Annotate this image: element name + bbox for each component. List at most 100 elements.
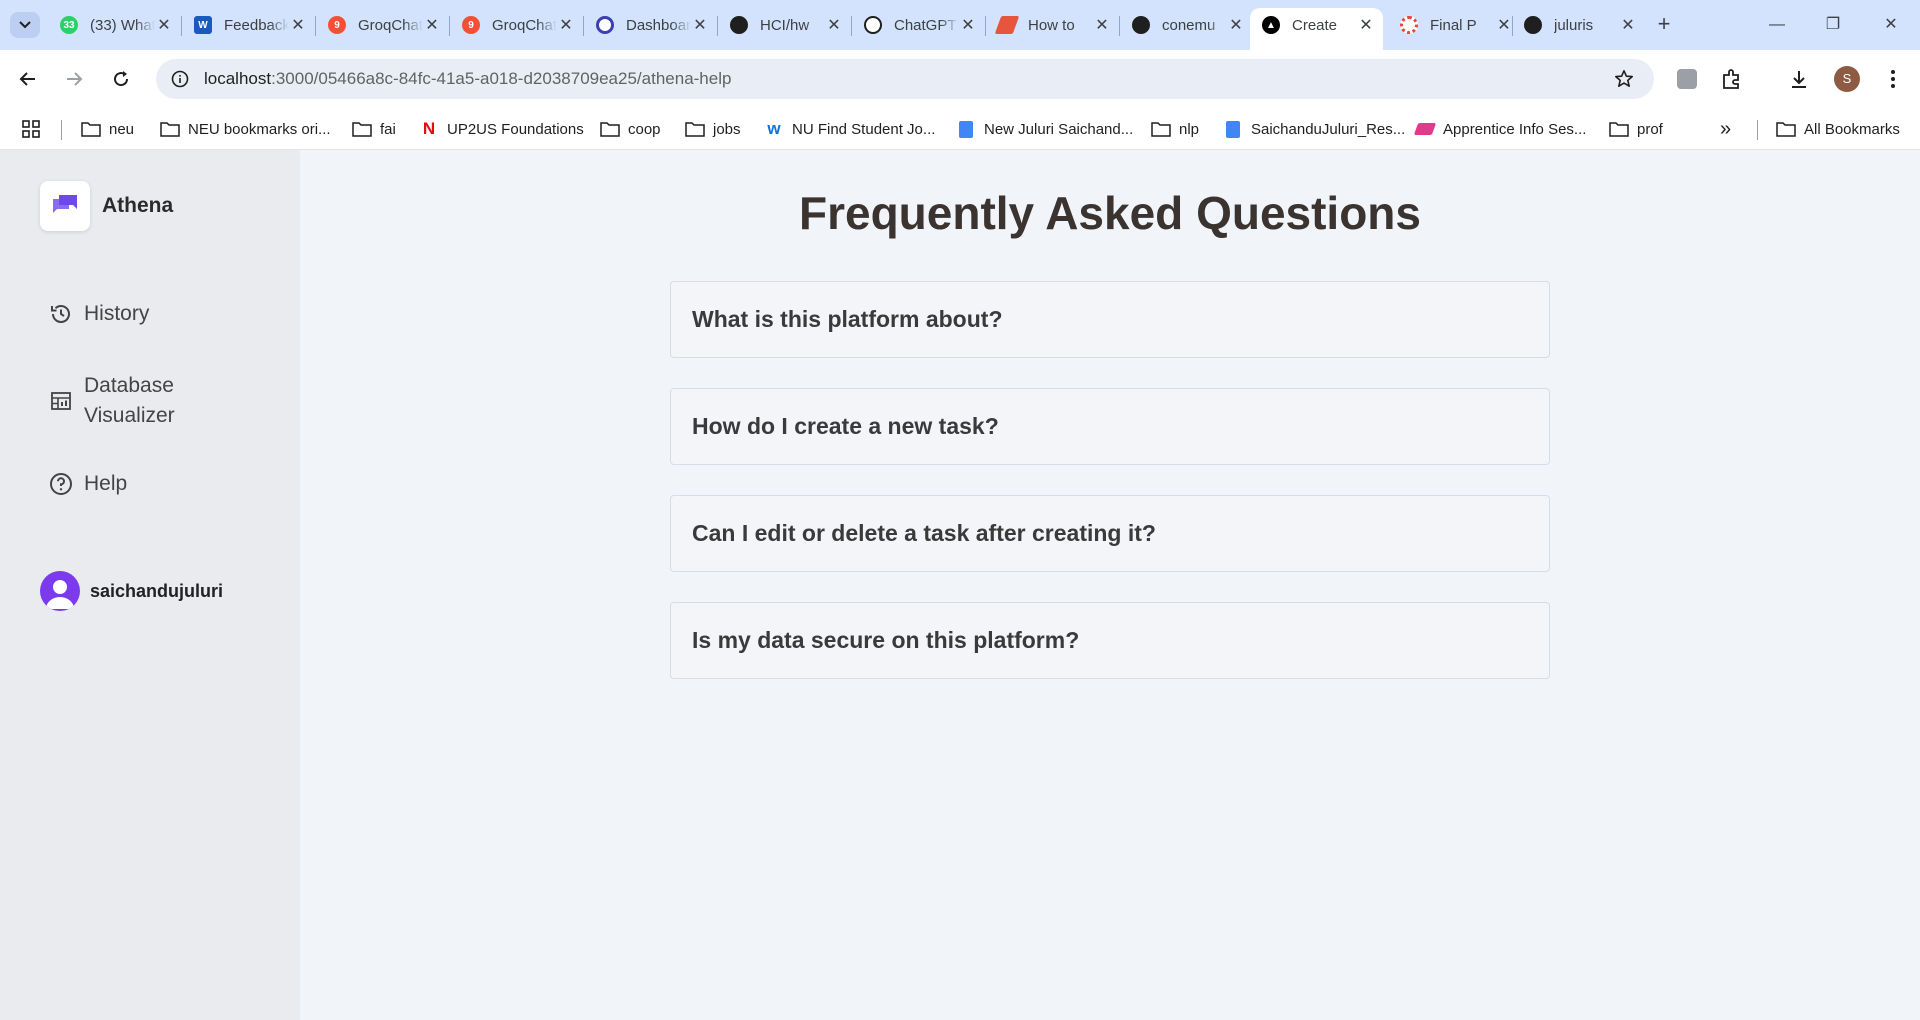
bookmark-link[interactable]: N UP2US Foundations <box>419 108 584 150</box>
close-icon[interactable]: ✕ <box>289 15 307 35</box>
close-icon[interactable]: ✕ <box>1227 15 1245 35</box>
menu-kebab-icon[interactable] <box>1878 64 1908 94</box>
all-bookmarks-button[interactable]: All Bookmarks <box>1776 108 1900 150</box>
close-icon[interactable]: ✕ <box>155 15 173 35</box>
browser-tab[interactable]: ChatGPT ✕ <box>852 8 985 42</box>
url-host: localhost <box>204 69 272 88</box>
sidebar-item-help[interactable]: Help <box>48 471 127 497</box>
brand[interactable]: Athena <box>40 181 173 231</box>
profile-avatar[interactable]: S <box>1834 66 1860 92</box>
more-bookmarks-button[interactable]: » <box>1720 108 1731 150</box>
close-icon[interactable]: ✕ <box>1495 15 1513 35</box>
bookmark-label: prof <box>1637 120 1663 138</box>
folder-icon <box>685 121 705 137</box>
bookmark-link[interactable]: w NU Find Student Jo... <box>764 108 935 150</box>
bookmark-label: nlp <box>1179 120 1200 138</box>
faq-question[interactable]: What is this platform about? <box>670 281 1550 358</box>
sidebar-item-history[interactable]: History <box>48 301 149 327</box>
url-path: :3000/05466a8c-84fc-41a5-a018-d2038709ea… <box>271 69 732 88</box>
tab-search-button[interactable] <box>10 12 40 38</box>
close-icon[interactable]: ✕ <box>691 15 709 35</box>
main-content: Frequently Asked Questions What is this … <box>300 150 1920 1020</box>
tab-title: Feedback <box>224 16 289 34</box>
browser-tab[interactable]: W Feedback ✕ <box>182 8 315 42</box>
puzzle-icon[interactable] <box>1717 64 1747 94</box>
site-info-icon[interactable] <box>166 65 194 93</box>
user-profile[interactable]: saichandujuluri <box>40 571 223 611</box>
chat-logo-icon <box>40 181 90 231</box>
extension-icon[interactable] <box>1672 64 1702 94</box>
restore-button[interactable]: ❐ <box>1810 10 1856 40</box>
browser-tab-active[interactable]: ▲ Create ✕ <box>1250 8 1383 50</box>
chatgpt-icon <box>864 16 882 34</box>
browser-tab[interactable]: 33 (33) WhatsApp ✕ <box>48 8 181 42</box>
bookmark-folder[interactable]: fai <box>352 108 396 150</box>
browser-tab[interactable]: conemu ✕ <box>1120 8 1253 42</box>
browser-tab[interactable]: Dashboard ✕ <box>584 8 717 42</box>
page-title: Frequently Asked Questions <box>799 187 1421 239</box>
bookmark-label: SaichanduJuluri_Res... <box>1251 120 1406 138</box>
browser-tab[interactable]: Final P ✕ <box>1388 8 1521 42</box>
bookmark-label: New Juluri Saichand... <box>984 120 1134 138</box>
forward-button[interactable] <box>59 64 89 94</box>
minimize-button[interactable]: — <box>1754 10 1800 40</box>
docs-icon <box>956 120 976 138</box>
close-icon[interactable]: ✕ <box>1093 15 1111 35</box>
bookmark-folder[interactable]: coop <box>600 108 661 150</box>
word-icon: W <box>194 16 212 34</box>
browser-toolbar: localhost:3000/05466a8c-84fc-41a5-a018-d… <box>0 50 1920 108</box>
new-tab-button[interactable]: + <box>1652 12 1676 36</box>
back-button[interactable] <box>13 64 43 94</box>
bookmark-folder[interactable]: NEU bookmarks ori... <box>160 108 331 150</box>
close-icon[interactable]: ✕ <box>825 15 843 35</box>
bookmark-label: Apprentice Info Ses... <box>1443 120 1587 138</box>
close-icon[interactable]: ✕ <box>959 15 977 35</box>
close-icon[interactable]: ✕ <box>1357 15 1375 35</box>
sidebar-item-database-visualizer[interactable]: Database Visualizer <box>48 371 175 431</box>
bookmark-folder[interactable]: neu <box>81 108 134 150</box>
browser-tab[interactable]: 9 GroqChat ✕ <box>450 8 583 42</box>
bookmark-folder[interactable]: prof <box>1609 108 1663 150</box>
browser-tab[interactable]: HCI/hw ✕ <box>718 8 851 42</box>
folder-icon <box>81 121 101 137</box>
faq-question[interactable]: How do I create a new task? <box>670 388 1550 465</box>
reload-icon <box>114 71 129 87</box>
download-icon[interactable] <box>1784 64 1814 94</box>
close-icon[interactable]: ✕ <box>423 15 441 35</box>
history-icon <box>48 301 74 327</box>
close-icon[interactable]: ✕ <box>1619 15 1637 35</box>
folder-icon <box>160 121 180 137</box>
groq-icon: 9 <box>328 16 346 34</box>
bookmark-star-icon[interactable] <box>1612 67 1636 91</box>
bookmark-folder[interactable]: nlp <box>1151 108 1199 150</box>
bookmark-link[interactable]: New Juluri Saichand... <box>956 108 1133 150</box>
docs-icon <box>1223 120 1243 138</box>
address-bar[interactable]: localhost:3000/05466a8c-84fc-41a5-a018-d… <box>156 59 1654 99</box>
github-icon <box>1524 16 1542 34</box>
bookmark-link[interactable]: Apprentice Info Ses... <box>1413 108 1587 150</box>
faq-question[interactable]: Can I edit or delete a task after creati… <box>670 495 1550 572</box>
tab-title: How to <box>1028 16 1075 34</box>
browser-tab-strip: 33 (33) WhatsApp ✕ W Feedback ✕ 9 GroqCh… <box>0 0 1920 50</box>
database-icon <box>48 388 74 414</box>
bookmark-link[interactable]: SaichanduJuluri_Res... <box>1223 108 1405 150</box>
bookmark-label: fai <box>380 120 396 138</box>
tab-title: GroqChat <box>358 16 423 34</box>
folder-icon <box>1776 121 1796 137</box>
reload-button[interactable] <box>106 64 136 94</box>
bookmark-label: coop <box>628 120 661 138</box>
tab-title: Dashboard <box>626 16 691 34</box>
browser-tab[interactable]: How to ✕ <box>986 8 1119 42</box>
close-icon[interactable]: ✕ <box>557 15 575 35</box>
sidebar: Athena History Database Visualizer Help … <box>0 150 300 1020</box>
arrow-left-icon <box>19 72 35 86</box>
workday-icon: w <box>767 119 781 138</box>
apps-grid-icon[interactable] <box>22 108 40 150</box>
window-close-button[interactable]: ✕ <box>1868 10 1914 40</box>
faq-question[interactable]: Is my data secure on this platform? <box>670 602 1550 679</box>
browser-tab[interactable]: juluris ✕ <box>1512 8 1645 42</box>
browser-tab[interactable]: 9 GroqChat ✕ <box>316 8 449 42</box>
tab-title: GroqChat <box>492 16 557 34</box>
bookmark-folder[interactable]: jobs <box>685 108 741 150</box>
tab-title: conemu <box>1162 16 1216 34</box>
